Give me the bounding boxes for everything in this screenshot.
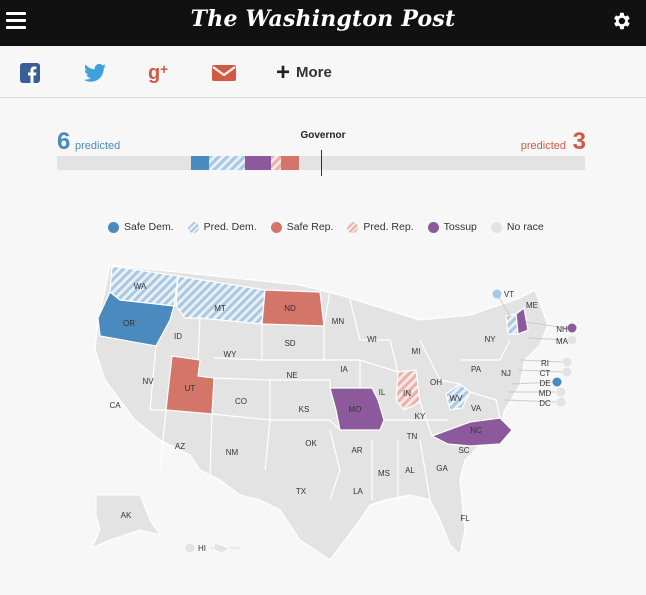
label-MI: MI: [412, 347, 421, 356]
label-UT: UT: [185, 384, 196, 393]
label-LA: LA: [353, 487, 363, 496]
label-KS: KS: [299, 405, 310, 414]
label-NH: NH: [556, 325, 568, 334]
label-SD: SD: [284, 339, 295, 348]
label-TN: TN: [407, 432, 418, 441]
label-CA: CA: [109, 401, 121, 410]
label-TX: TX: [296, 487, 307, 496]
label-AR: AR: [351, 446, 362, 455]
label-OR: OR: [123, 319, 135, 328]
label-MN: MN: [332, 317, 345, 326]
label-GA: GA: [436, 464, 448, 473]
state-VT[interactable]: [505, 313, 519, 335]
label-NC: NC: [470, 426, 482, 435]
label-MT: MT: [214, 304, 226, 313]
label-KY: KY: [415, 412, 426, 421]
label-RI: RI: [541, 359, 549, 368]
label-DE: DE: [539, 379, 550, 388]
label-AL: AL: [405, 466, 415, 475]
label-MS: MS: [378, 469, 390, 478]
label-NV: NV: [142, 377, 154, 386]
label-FL: FL: [460, 514, 470, 523]
label-PA: PA: [471, 365, 482, 374]
label-OK: OK: [305, 439, 317, 448]
label-IN: IN: [403, 389, 411, 398]
label-IA: IA: [340, 365, 348, 374]
label-WA: WA: [134, 282, 147, 291]
label-SC: SC: [458, 446, 469, 455]
label-DC: DC: [539, 399, 551, 408]
label-AK: AK: [121, 511, 132, 520]
label-ND: ND: [284, 304, 296, 313]
label-WV: WV: [450, 394, 464, 403]
us-map: WA OR ID MT ND MN WI MI NY VT ME NH MA R…: [91, 264, 577, 561]
label-VT: VT: [504, 290, 514, 299]
label-CO: CO: [235, 397, 247, 406]
label-HI: HI: [198, 544, 206, 553]
label-NJ: NJ: [501, 369, 511, 378]
label-MA: MA: [556, 337, 569, 346]
label-OH: OH: [430, 378, 442, 387]
label-WI: WI: [367, 335, 377, 344]
label-NE: NE: [286, 371, 297, 380]
label-ME: ME: [526, 301, 538, 310]
label-ID: ID: [174, 332, 182, 341]
label-MD: MD: [539, 389, 552, 398]
label-NM: NM: [226, 448, 239, 457]
label-CT: CT: [540, 369, 551, 378]
label-NY: NY: [484, 335, 496, 344]
label-VA: VA: [471, 404, 482, 413]
label-MO: MO: [349, 405, 362, 414]
label-AZ: AZ: [175, 442, 185, 451]
label-IL: IL: [379, 388, 386, 397]
state-HI[interactable]: [213, 542, 232, 554]
state-AK[interactable]: [91, 494, 162, 549]
label-WY: WY: [224, 350, 238, 359]
